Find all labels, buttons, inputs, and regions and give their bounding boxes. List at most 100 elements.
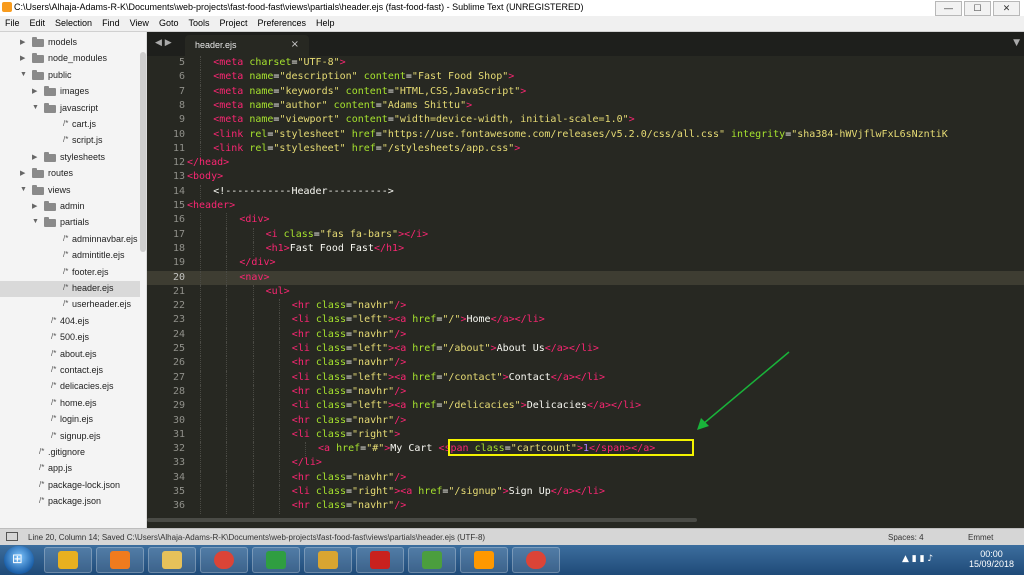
sidebar-item[interactable]: ▶ models [0, 35, 140, 51]
line-number: 21 [172, 285, 185, 297]
indent-guide [200, 284, 202, 300]
sheets-icon[interactable] [304, 547, 352, 573]
sidebar-item[interactable]: /* contact.ejs [0, 363, 140, 379]
syntax-setting[interactable]: Emmet [968, 533, 993, 542]
code-editor[interactable]: 5 6 7 8 9 10 11 12 13 14 15 16 17 18 19 20 21 22 23 24 25 26 2… [147, 56, 1024, 528]
indentation-setting[interactable]: Spaces: 4 [888, 533, 924, 542]
tab-nav-arrows-icon[interactable]: ◀ ▶ [155, 38, 172, 48]
collapsed-arrow-icon[interactable]: ▶ [20, 38, 25, 46]
maximize-button[interactable]: ☐ [964, 1, 991, 16]
line-number: 29 [172, 400, 185, 412]
sidebar-item[interactable]: /* 500.ejs [0, 330, 140, 346]
tray-icons[interactable]: ▲ ▮ ▮ ♪ [902, 554, 933, 564]
etisalat-icon[interactable] [252, 547, 300, 573]
menu-project[interactable]: Project [214, 16, 252, 28]
sidebar-item[interactable]: /* package.json [0, 494, 140, 510]
sidebar-item-label: admin [60, 201, 85, 211]
sidebar-item[interactable]: ▶ stylesheets [0, 150, 140, 166]
indent-guide [252, 499, 255, 514]
code-line: <hr class="navhr"/> [291, 385, 407, 397]
windows-taskbar: ⊞ ▲ ▮ ▮ ♪ 00:00 15/09/2018 [0, 545, 1024, 575]
sidebar-item[interactable]: /* admintitle.ejs [0, 248, 140, 264]
menu-preferences[interactable]: Preferences [252, 16, 311, 28]
sidebar-item[interactable]: ▼ partials [0, 215, 140, 231]
folder-icon [32, 69, 44, 80]
sidebar-item[interactable]: ▶ node_modules [0, 51, 140, 67]
expanded-arrow-icon[interactable]: ▼ [32, 218, 39, 225]
annotation-arrow-icon [697, 351, 790, 430]
sidebar-item[interactable]: /* footer.ejs [0, 265, 140, 281]
sublime-icon[interactable] [460, 547, 508, 573]
chrome-icon[interactable] [200, 547, 248, 573]
menu-goto[interactable]: Goto [154, 16, 184, 28]
horizontal-scrollbar[interactable] [147, 518, 697, 522]
collapsed-arrow-icon[interactable]: ▶ [20, 169, 25, 177]
sidebar-item[interactable]: /* header.ejs [0, 281, 140, 297]
sidebar-item[interactable]: ▶ images [0, 84, 140, 100]
sidebar-item[interactable]: /* home.ejs [0, 396, 140, 412]
media-player-icon[interactable] [96, 547, 144, 573]
chrome-icon-2[interactable] [512, 547, 560, 573]
sidebar-item[interactable]: /* userheader.ejs [0, 297, 140, 313]
start-button[interactable]: ⊞ [4, 546, 34, 574]
indent-guide [252, 370, 255, 385]
sidebar-item[interactable]: /* 404.ejs [0, 314, 140, 330]
code-line: <hr class="navhr"/> [291, 328, 407, 340]
close-window-button[interactable]: ✕ [993, 1, 1020, 16]
sidebar-item[interactable]: /* signup.ejs [0, 429, 140, 445]
file-icon: /* [63, 266, 69, 276]
sidebar-item-label: about.ejs [60, 348, 97, 359]
menu-selection[interactable]: Selection [50, 16, 97, 28]
collapsed-arrow-icon[interactable]: ▶ [32, 202, 37, 210]
sidebar-item[interactable]: /* adminnavbar.ejs [0, 232, 140, 248]
folder-icon[interactable] [148, 547, 196, 573]
indent-guide [278, 327, 281, 342]
code-area[interactable]: <meta charset="UTF-8"> <meta name="descri… [187, 56, 1017, 528]
panel-toggle-icon[interactable] [6, 532, 18, 541]
sidebar-item[interactable]: ▼ views [0, 183, 140, 199]
sidebar-item[interactable]: /* package-lock.json [0, 478, 140, 494]
sidebar-item[interactable]: ▼ public [0, 68, 140, 84]
tab-dropdown-icon[interactable]: ▼ [1013, 38, 1020, 48]
clock[interactable]: 00:00 15/09/2018 [969, 549, 1014, 569]
sidebar-item[interactable]: /* cart.js [0, 117, 140, 133]
line-number: 22 [172, 300, 185, 312]
menu-file[interactable]: File [0, 16, 25, 28]
menu-tools[interactable]: Tools [183, 16, 214, 28]
game-icon[interactable] [408, 547, 456, 573]
indent-guide [278, 456, 281, 471]
sidebar-item[interactable]: /* login.ejs [0, 412, 140, 428]
sidebar-item[interactable]: ▼ javascript [0, 101, 140, 117]
expanded-arrow-icon[interactable]: ▼ [32, 104, 39, 111]
minimize-button[interactable]: — [935, 1, 962, 16]
tab-close-icon[interactable]: × [291, 39, 299, 50]
code-line: </div> [239, 257, 276, 269]
sidebar-item[interactable]: ▶ admin [0, 199, 140, 215]
sidebar-scrollbar[interactable] [140, 52, 146, 252]
expanded-arrow-icon[interactable]: ▼ [20, 71, 27, 78]
indent-guide [252, 456, 255, 471]
collapsed-arrow-icon[interactable]: ▶ [32, 87, 37, 95]
code-line: <li class="left"><a href="/about">About … [291, 343, 599, 354]
expanded-arrow-icon[interactable]: ▼ [20, 186, 27, 193]
tab-header-ejs[interactable]: header.ejs × [185, 35, 309, 56]
indent-guide [278, 370, 281, 385]
sidebar-item-label: app.js [48, 463, 73, 474]
collapsed-arrow-icon[interactable]: ▶ [20, 54, 25, 62]
sidebar-item[interactable]: /* .gitignore [0, 445, 140, 461]
line-number: 25 [172, 343, 185, 354]
sidebar-item[interactable]: /* app.js [0, 461, 140, 477]
pdf-icon[interactable] [356, 547, 404, 573]
menu-help[interactable]: Help [311, 16, 340, 28]
app-icon-1[interactable] [44, 547, 92, 573]
collapsed-arrow-icon[interactable]: ▶ [32, 153, 37, 161]
sidebar-item[interactable]: ▶ routes [0, 166, 140, 182]
file-icon: /* [63, 283, 69, 292]
sidebar-item[interactable]: /* about.ejs [0, 347, 140, 363]
indent-guide [200, 384, 202, 400]
menu-find[interactable]: Find [97, 16, 125, 28]
menu-edit[interactable]: Edit [25, 16, 51, 28]
menu-view[interactable]: View [125, 16, 154, 28]
sidebar-item[interactable]: /* script.js [0, 133, 140, 149]
sidebar-item[interactable]: /* delicacies.ejs [0, 379, 140, 395]
